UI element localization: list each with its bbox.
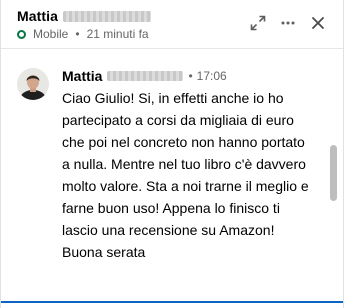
message-meta: Mattia • 17:06 [62, 68, 227, 84]
contact-name[interactable]: Mattia [17, 8, 58, 24]
messaging-window: Mattia Mobile • 21 minuti fa Mattia • 17… [0, 0, 344, 308]
sender-avatar[interactable] [17, 68, 49, 100]
conversation-header[interactable]: Mattia Mobile • 21 minuti fa [1, 0, 343, 49]
separator-dot: • [188, 69, 193, 83]
status-label: Mobile [33, 27, 69, 41]
presence-status: Mobile • 21 minuti fa [17, 27, 149, 41]
last-seen-label: 21 minuti fa [86, 27, 149, 41]
close-icon[interactable] [307, 12, 329, 34]
separator-dot: • [75, 27, 80, 41]
expand-icon[interactable] [247, 12, 269, 34]
message-timestamp: 17:06 [196, 69, 227, 83]
composer-focus-border [1, 301, 343, 303]
redacted-sender-surname [107, 71, 184, 81]
header-actions [239, 12, 329, 34]
scrollbar-thumb[interactable] [330, 145, 337, 201]
more-options-icon[interactable] [277, 12, 299, 34]
redacted-surname [63, 11, 151, 22]
sender-name[interactable]: Mattia [62, 68, 102, 84]
message-text: Ciao Giulio! Si, in effetti anche io ho … [62, 90, 309, 260]
online-status-icon [17, 29, 26, 39]
message-list[interactable]: Mattia • 17:06 Ciao Giulio! Si, in effet… [1, 49, 343, 289]
